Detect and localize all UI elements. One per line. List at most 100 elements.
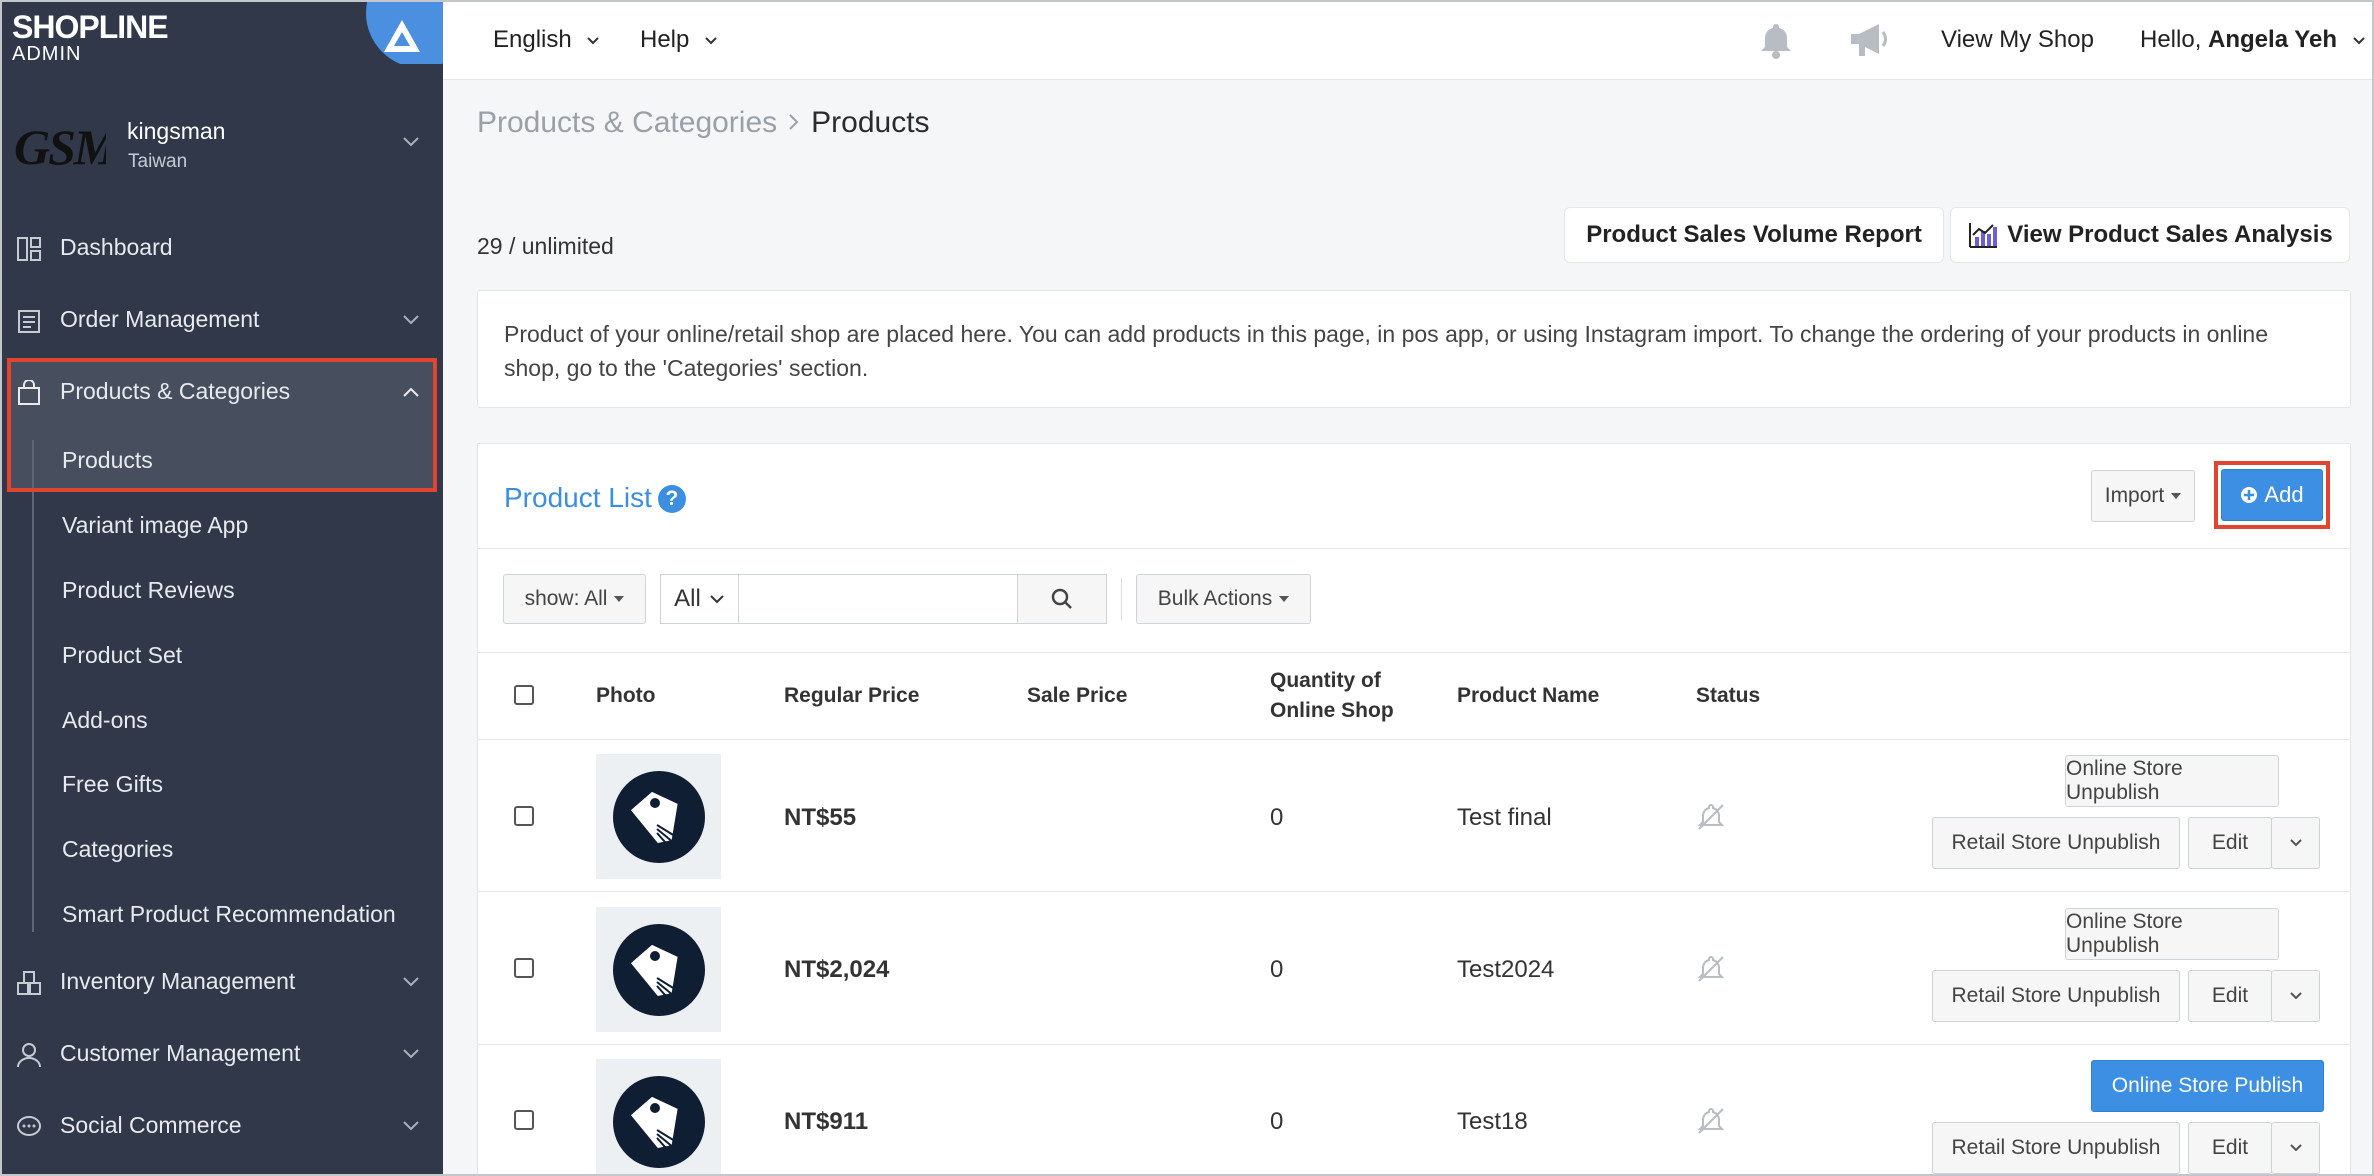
row-checkbox[interactable] — [514, 958, 534, 978]
button-label: Import — [2104, 484, 2165, 507]
notification-off-icon — [1697, 955, 1725, 982]
sidebar-item-label: Social Commerce — [60, 1112, 242, 1138]
chevron-down-icon — [403, 977, 419, 987]
product-name[interactable]: Test2024 — [1457, 956, 1554, 984]
product-photo[interactable] — [596, 754, 721, 879]
bell-icon[interactable] — [1756, 20, 1796, 60]
chevron-down-icon — [2352, 36, 2365, 45]
button-label: View Product Sales Analysis — [2007, 221, 2333, 248]
search-input[interactable] — [738, 574, 1018, 624]
sidebar-subitem-categories[interactable]: Categories — [62, 836, 173, 863]
person-icon — [17, 1043, 41, 1068]
brand[interactable]: SHOPLINE ADMIN — [12, 10, 169, 64]
product-name[interactable]: Test final — [1457, 804, 1552, 832]
column-header-sale-price[interactable]: Sale Price — [1027, 684, 1127, 708]
column-header-quantity-line2[interactable]: Online Shop — [1270, 699, 1394, 723]
import-dropdown-button[interactable]: Import — [2091, 470, 2195, 522]
row-divider — [477, 1044, 2351, 1045]
sidebar-subitem-smart-product-recommendation[interactable]: Smart Product Recommendation — [62, 901, 396, 928]
clipboard-icon — [18, 310, 40, 333]
row-actions-dropdown[interactable] — [2271, 1122, 2320, 1174]
row-actions-dropdown[interactable] — [2271, 970, 2320, 1022]
search-field-select[interactable]: All — [660, 574, 738, 624]
regular-price: NT$2,024 — [784, 956, 890, 983]
show-filter-dropdown[interactable]: show: All — [503, 574, 646, 624]
language-dropdown[interactable]: English — [493, 26, 600, 54]
user-menu[interactable]: Hello, Angela Yeh — [2140, 26, 2366, 54]
regular-price: NT$55 — [784, 804, 857, 831]
sidebar-item-customer-management[interactable]: Customer Management — [0, 1022, 443, 1086]
breadcrumb: Products & Categories Products — [477, 106, 930, 140]
chevron-down-icon — [2289, 992, 2302, 1000]
shop-logo: GSM — [14, 119, 106, 175]
product-name[interactable]: Test18 — [1457, 1108, 1528, 1136]
sidebar-subitem-product-set[interactable]: Product Set — [62, 642, 182, 669]
row-divider — [477, 739, 2351, 740]
online-store-unpublish-button[interactable]: Online Store Unpublish — [2065, 755, 2279, 807]
product-photo[interactable] — [596, 1059, 721, 1176]
row-divider — [477, 891, 2351, 892]
column-header-quantity-line1[interactable]: Quantity of — [1270, 669, 1381, 693]
help-dropdown[interactable]: Help — [640, 26, 718, 54]
column-header-status: Status — [1696, 684, 1761, 707]
product-placeholder-tag-icon — [612, 770, 705, 863]
dashboard-icon — [17, 237, 41, 261]
view-product-sales-analysis-button[interactable]: View Product Sales Analysis — [1950, 207, 2350, 263]
search-icon — [1051, 588, 1072, 609]
megaphone-icon[interactable] — [1847, 20, 1891, 60]
product-list-panel: Product List? — [477, 443, 2351, 1176]
caret-down-icon — [1279, 596, 1290, 602]
sidebar-item-inventory-management[interactable]: Inventory Management — [0, 950, 443, 1014]
bulk-actions-dropdown[interactable]: Bulk Actions — [1136, 574, 1311, 624]
sidebar-item-dashboard[interactable]: Dashboard — [0, 216, 443, 280]
add-highlight-outline — [2214, 461, 2330, 529]
sidebar-subitem-product-reviews[interactable]: Product Reviews — [62, 577, 235, 604]
search-button[interactable] — [1017, 574, 1107, 624]
quantity: 0 — [1270, 1108, 1284, 1135]
brand-badge-icon[interactable] — [360, 0, 443, 64]
sidebar-subitem-free-gifts[interactable]: Free Gifts — [62, 771, 163, 798]
view-my-shop-link[interactable]: View My Shop — [1941, 26, 2094, 54]
row-checkbox[interactable] — [514, 1110, 534, 1130]
product-count: 29 / unlimited — [477, 233, 614, 259]
column-header-regular-price[interactable]: Regular Price — [784, 684, 919, 708]
sidebar-item-label: Inventory Management — [60, 968, 296, 994]
chevron-right-icon — [789, 114, 799, 130]
question-circle-icon[interactable]: ? — [657, 485, 686, 513]
row-checkbox[interactable] — [514, 806, 534, 826]
sidebar-subitem-add-ons[interactable]: Add-ons — [62, 707, 148, 734]
shop-switcher[interactable]: GSM kingsman Taiwan — [0, 106, 443, 186]
panel-title-text: Product List — [504, 482, 652, 513]
chevron-down-icon — [587, 36, 600, 45]
sidebar-subitem-variant-image-app[interactable]: Variant image App — [62, 512, 248, 539]
column-header-product-name[interactable]: Product Name — [1457, 684, 1599, 708]
breadcrumb-parent[interactable]: Products & Categories — [477, 106, 777, 139]
panel-divider — [478, 652, 2350, 653]
sidebar-item-order-management[interactable]: Order Management — [0, 288, 443, 352]
info-message: Product of your online/retail shop are p… — [477, 290, 2351, 408]
product-photo[interactable] — [596, 907, 721, 1032]
edit-button[interactable]: Edit — [2188, 817, 2272, 869]
online-store-unpublish-button[interactable]: Online Store Unpublish — [2065, 908, 2279, 960]
select-value: All — [674, 585, 701, 612]
boxes-icon — [17, 971, 41, 995]
select-all-checkbox[interactable] — [514, 685, 534, 705]
edit-button[interactable]: Edit — [2188, 1122, 2272, 1174]
retail-store-unpublish-button[interactable]: Retail Store Unpublish — [1932, 1122, 2180, 1174]
retail-store-unpublish-button[interactable]: Retail Store Unpublish — [1932, 817, 2180, 869]
chevron-down-icon — [403, 137, 419, 147]
help-label: Help — [640, 26, 690, 53]
notification-off-icon — [1697, 803, 1725, 830]
panel-divider — [478, 548, 2350, 549]
shop-region: Taiwan — [128, 151, 188, 172]
retail-store-unpublish-button[interactable]: Retail Store Unpublish — [1932, 970, 2180, 1022]
shop-name: kingsman — [127, 118, 226, 144]
product-sales-volume-report-button[interactable]: Product Sales Volume Report — [1564, 207, 1944, 263]
chevron-down-icon — [710, 595, 724, 604]
caret-down-icon — [614, 596, 625, 602]
sidebar-item-social-commerce[interactable]: Social Commerce — [0, 1094, 443, 1158]
row-actions-dropdown[interactable] — [2271, 817, 2320, 869]
online-store-publish-button[interactable]: Online Store Publish — [2091, 1060, 2324, 1112]
products-highlight-outline — [7, 358, 437, 492]
edit-button[interactable]: Edit — [2188, 970, 2272, 1022]
